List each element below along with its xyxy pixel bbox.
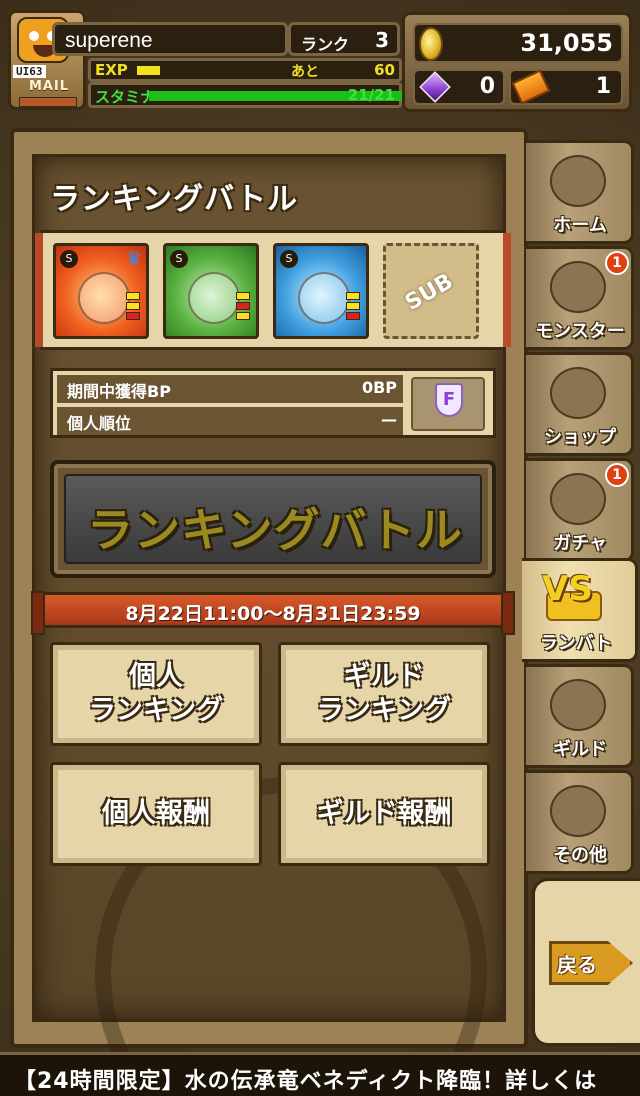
ticket-icon bbox=[511, 69, 551, 105]
bp-row: 期間中獲得BP 0BP bbox=[57, 375, 403, 403]
exp-remaining-label: あと bbox=[291, 64, 319, 80]
water-element-icon: S bbox=[280, 250, 298, 268]
wood-element-icon: S bbox=[170, 250, 188, 268]
ticket-value: 1 bbox=[595, 74, 611, 99]
bp-value: 0BP bbox=[361, 378, 397, 397]
back-label: 戻る bbox=[557, 953, 597, 977]
nav-shop-label: ショップ bbox=[544, 427, 616, 448]
nav-shop[interactable]: ショップ bbox=[526, 352, 634, 456]
gear-icon bbox=[550, 785, 606, 837]
exp-fill bbox=[137, 66, 161, 75]
monster-portrait-icon bbox=[78, 272, 130, 324]
monster-portrait-icon bbox=[298, 272, 350, 324]
personal-reward-button[interactable]: 個人報酬 bbox=[50, 762, 262, 866]
nav-other[interactable]: その他 bbox=[526, 770, 634, 874]
mail-plate bbox=[19, 97, 77, 107]
nav-guild[interactable]: ギルド bbox=[526, 664, 634, 768]
gem-value: 0 bbox=[479, 74, 495, 99]
monster-stars bbox=[126, 290, 140, 330]
vs-label: VS bbox=[542, 569, 593, 609]
shop-icon bbox=[550, 367, 606, 419]
side-nav: ホーム モンスター 1 ショップ ガチャ 1 VS ランバト ギルド その他 bbox=[522, 128, 640, 888]
main-panel: ランキングバトル S ♛ S S SUB 期間中獲得BP 0BP 個人順位 — … bbox=[10, 128, 528, 1096]
personal-rank-value: — bbox=[381, 410, 397, 429]
ranking-battle-button-label: ランキングバトル bbox=[87, 503, 463, 557]
monster-slot-1[interactable]: S ♛ bbox=[53, 243, 149, 339]
player-name-bar: superene bbox=[52, 22, 288, 56]
battle-stats: 期間中獲得BP 0BP 個人順位 — F bbox=[50, 368, 496, 438]
back-button[interactable]: 戻る bbox=[532, 878, 640, 1046]
gacha-icon bbox=[550, 473, 606, 525]
team-strip-cap-left bbox=[35, 233, 43, 347]
ticket-box[interactable]: 1 bbox=[509, 69, 623, 105]
team-strip[interactable]: S ♛ S S SUB bbox=[35, 230, 511, 350]
monster-slot-3[interactable]: S bbox=[273, 243, 369, 339]
coin-box: 31,055 bbox=[413, 23, 623, 63]
player-name: superene bbox=[65, 29, 153, 52]
nav-other-label: その他 bbox=[553, 845, 607, 866]
stamina-label: スタミナ bbox=[95, 88, 156, 106]
gem-box[interactable]: 0 bbox=[413, 69, 505, 105]
ranking-battle-button-face: ランキングバトル bbox=[64, 474, 482, 564]
stamina-value: 21/21 bbox=[347, 86, 395, 104]
mail-label: MAIL bbox=[28, 79, 70, 94]
monster-stars bbox=[346, 290, 360, 330]
guild-reward-label: ギルド報酬 bbox=[316, 798, 452, 829]
event-period-banner: 8月22日11:00〜8月31日23:59 bbox=[31, 591, 515, 635]
rank-label: ランク bbox=[301, 35, 350, 54]
personal-rank-label: 個人順位 bbox=[67, 414, 132, 433]
currency-panel: 31,055 0 1 bbox=[402, 12, 632, 112]
guild-reward-button[interactable]: ギルド報酬 bbox=[278, 762, 490, 866]
notification-badge: 1 bbox=[605, 463, 629, 487]
ticker-text: 【24時間限定】水の伝承竜ベネディクト降臨！詳しくは bbox=[14, 1069, 598, 1094]
monster-portrait-icon bbox=[188, 272, 240, 324]
nav-gacha[interactable]: ガチャ 1 bbox=[526, 458, 634, 562]
sub-label: SUB bbox=[401, 269, 458, 316]
notification-badge: 1 bbox=[605, 251, 629, 275]
exp-track bbox=[137, 66, 267, 75]
grade-trophy-icon: F bbox=[411, 377, 485, 431]
personal-rank-row: 個人順位 — bbox=[57, 407, 403, 435]
guild-ranking-button[interactable]: ギルド ランキング bbox=[278, 642, 490, 746]
personal-reward-label: 個人報酬 bbox=[102, 798, 210, 829]
site-watermark: UI63 bbox=[13, 65, 46, 78]
nav-ranbato[interactable]: VS ランバト bbox=[522, 558, 638, 662]
event-period: 8月22日11:00〜8月31日23:59 bbox=[125, 603, 421, 625]
nav-monster[interactable]: モンスター 1 bbox=[526, 246, 634, 350]
nav-guild-label: ギルド bbox=[553, 739, 607, 760]
rank-box: ランク 3 bbox=[288, 22, 400, 56]
bp-label: 期間中獲得BP bbox=[67, 382, 171, 401]
personal-ranking-button[interactable]: 個人 ランキング bbox=[50, 642, 262, 746]
rank-value: 3 bbox=[375, 28, 389, 52]
exp-remaining-value: 60 bbox=[374, 61, 395, 79]
ranking-battle-button[interactable]: ランキングバトル bbox=[50, 460, 496, 578]
gem-icon bbox=[419, 71, 451, 103]
exp-bar: EXP あと 60 bbox=[88, 58, 402, 82]
monster-slot-2[interactable]: S bbox=[163, 243, 259, 339]
guild-icon bbox=[550, 679, 606, 731]
nav-ranbato-label: ランバト bbox=[539, 633, 613, 654]
guild-ranking-label: ギルド ランキング bbox=[316, 661, 452, 726]
home-icon bbox=[550, 155, 606, 207]
monster-icon bbox=[550, 261, 606, 313]
status-header: UI63 MAIL superene ランク 3 EXP あと 60 スタミナ … bbox=[0, 0, 640, 120]
coin-icon bbox=[419, 27, 443, 61]
page-title: ランキングバトル bbox=[50, 182, 298, 217]
nav-monster-label: モンスター bbox=[535, 321, 625, 342]
team-strip-cap-right bbox=[503, 233, 511, 347]
nav-gacha-label: ガチャ bbox=[553, 533, 607, 554]
coin-value: 31,055 bbox=[520, 29, 613, 57]
monster-stars bbox=[236, 290, 250, 330]
leader-crown-icon: ♛ bbox=[125, 248, 142, 269]
nav-home-label: ホーム bbox=[553, 215, 607, 236]
grade-badge: F bbox=[435, 383, 463, 417]
personal-ranking-label: 個人 ランキング bbox=[88, 661, 224, 726]
exp-label: EXP bbox=[95, 61, 128, 79]
monster-slot-sub[interactable]: SUB bbox=[383, 243, 479, 339]
nav-home[interactable]: ホーム bbox=[526, 140, 634, 244]
fire-element-icon: S bbox=[60, 250, 78, 268]
news-ticker[interactable]: 【24時間限定】水の伝承竜ベネディクト降臨！詳しくは bbox=[0, 1052, 640, 1096]
stamina-bar: スタミナ 21/21 bbox=[88, 82, 419, 108]
